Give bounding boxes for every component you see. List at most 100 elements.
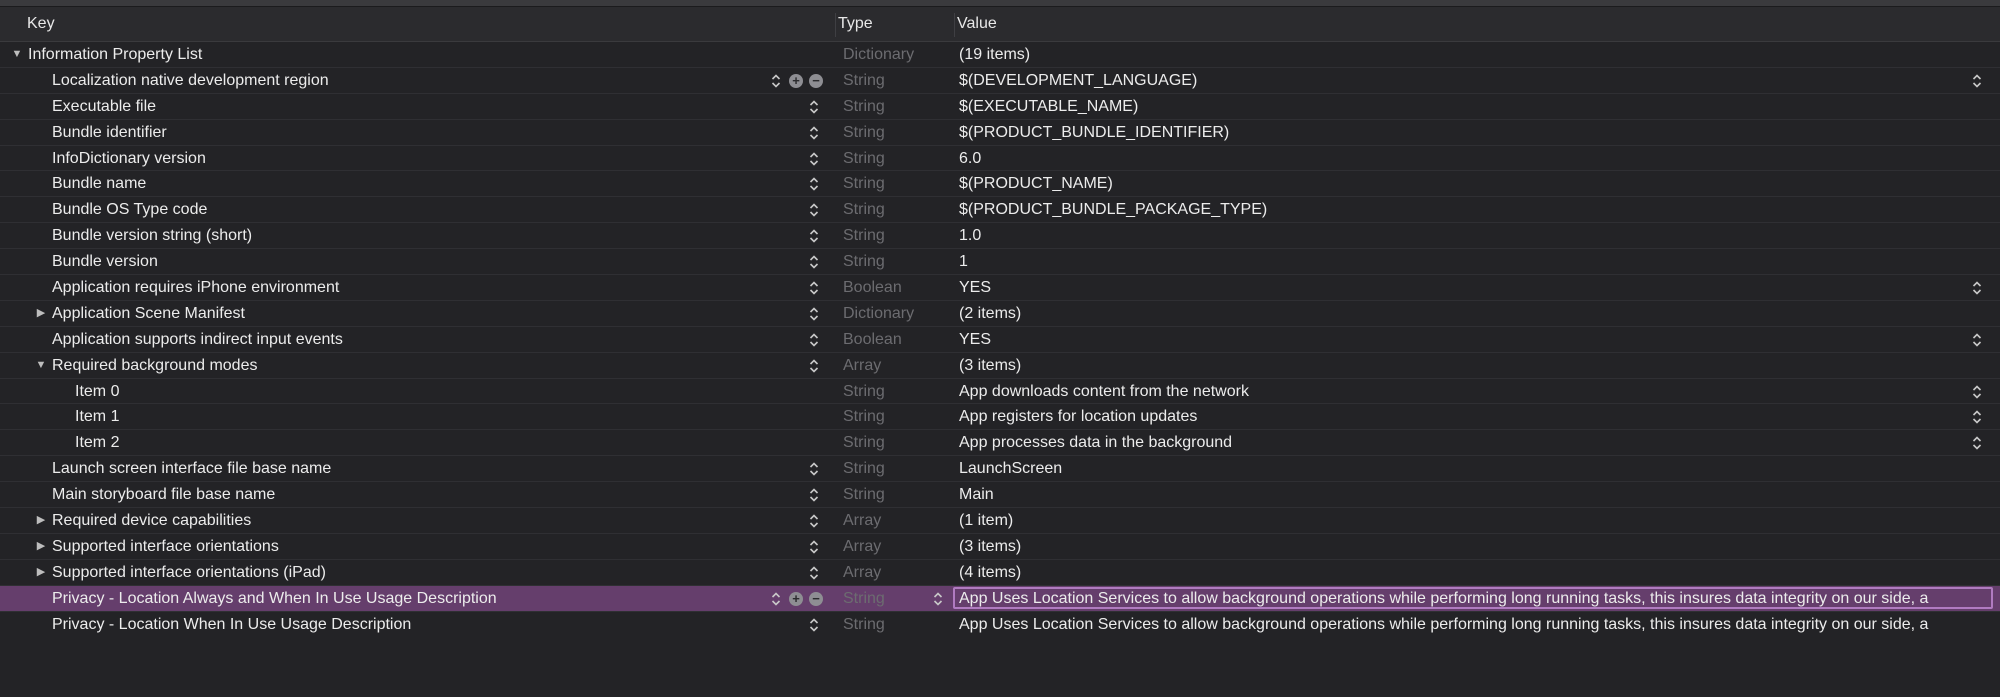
- row-type[interactable]: String: [843, 586, 885, 612]
- row-key[interactable]: Localization native development region: [52, 68, 329, 94]
- plist-row[interactable]: Privacy - Location Always and When In Us…: [0, 585, 2000, 612]
- row-value[interactable]: YES: [959, 275, 1994, 301]
- up-down-stepper-icon[interactable]: [771, 591, 781, 607]
- row-key[interactable]: Item 2: [75, 430, 119, 456]
- remove-circle-icon[interactable]: −: [809, 73, 823, 88]
- up-down-stepper-icon[interactable]: [1972, 409, 1982, 425]
- column-separator[interactable]: [954, 13, 955, 37]
- row-value[interactable]: $(DEVELOPMENT_LANGUAGE): [959, 68, 1994, 94]
- row-type[interactable]: Array: [843, 353, 881, 379]
- row-type[interactable]: String: [843, 612, 885, 638]
- plist-row[interactable]: Item 0 String App downloads content from t…: [0, 379, 2000, 405]
- plist-row[interactable]: Launch screen interface file base name St…: [0, 456, 2000, 483]
- row-value[interactable]: (3 items): [959, 534, 1994, 560]
- row-type[interactable]: Dictionary: [843, 42, 914, 68]
- disclosure-triangle-closed-icon[interactable]: ▶: [34, 301, 48, 327]
- disclosure-triangle-closed-icon[interactable]: ▶: [34, 508, 48, 534]
- row-value[interactable]: (3 items): [959, 353, 1994, 379]
- row-key[interactable]: Executable file: [52, 94, 156, 120]
- plist-row[interactable]: Localization native development region + −…: [0, 68, 2000, 94]
- add-circle-icon[interactable]: +: [789, 591, 803, 606]
- row-value[interactable]: $(PRODUCT_BUNDLE_IDENTIFIER): [959, 120, 1994, 146]
- row-type[interactable]: Dictionary: [843, 301, 914, 327]
- column-header-type[interactable]: Type: [838, 15, 873, 33]
- row-key[interactable]: Privacy - Location When In Use Usage Des…: [52, 612, 411, 638]
- row-type[interactable]: String: [843, 120, 885, 146]
- up-down-stepper-icon[interactable]: [809, 254, 819, 270]
- plist-row[interactable]: Privacy - Location When In Use Usage Des…: [0, 612, 2000, 638]
- plist-row[interactable]: ▼ Required background modes Array (3 items): [0, 353, 2000, 379]
- plist-row[interactable]: ▶ Supported interface orientations Array (3…: [0, 534, 2000, 560]
- plist-row[interactable]: Executable file String $(EXECUTABLE_NAME): [0, 94, 2000, 120]
- row-value[interactable]: LaunchScreen: [959, 456, 1994, 482]
- plist-row[interactable]: Bundle version String 1: [0, 249, 2000, 276]
- row-value[interactable]: $(EXECUTABLE_NAME): [959, 94, 1994, 120]
- row-key[interactable]: Privacy - Location Always and When In Us…: [52, 586, 497, 612]
- row-key[interactable]: InfoDictionary version: [52, 146, 206, 172]
- column-separator[interactable]: [835, 13, 836, 37]
- row-type[interactable]: String: [843, 430, 885, 456]
- row-type[interactable]: String: [843, 456, 885, 482]
- plist-row[interactable]: Bundle version string (short) String 1.0: [0, 223, 2000, 250]
- row-key[interactable]: Application requires iPhone environment: [52, 275, 339, 301]
- plist-row[interactable]: ▶ Supported interface orientations (iPad)…: [0, 560, 2000, 586]
- up-down-stepper-icon[interactable]: [1972, 435, 1982, 451]
- row-value[interactable]: 1: [959, 249, 1994, 275]
- plist-row[interactable]: InfoDictionary version String 6.0: [0, 146, 2000, 172]
- up-down-stepper-icon[interactable]: [809, 461, 819, 477]
- row-value[interactable]: App registers for location updates: [959, 404, 1994, 430]
- disclosure-triangle-closed-icon[interactable]: ▶: [34, 560, 48, 586]
- row-key[interactable]: Information Property List: [28, 42, 202, 68]
- row-key[interactable]: Required background modes: [52, 353, 257, 379]
- up-down-stepper-icon[interactable]: [1972, 73, 1982, 89]
- row-type[interactable]: String: [843, 146, 885, 172]
- row-value[interactable]: $(PRODUCT_NAME): [959, 171, 1994, 197]
- column-header-key[interactable]: Key: [27, 15, 55, 33]
- row-key[interactable]: Launch screen interface file base name: [52, 456, 331, 482]
- row-type[interactable]: String: [843, 404, 885, 430]
- row-value[interactable]: Main: [959, 482, 1994, 508]
- row-type[interactable]: String: [843, 482, 885, 508]
- row-type[interactable]: Array: [843, 534, 881, 560]
- plist-row[interactable]: Application requires iPhone environment B…: [0, 275, 2000, 301]
- row-value[interactable]: 6.0: [959, 146, 1994, 172]
- plist-row[interactable]: Item 2 String App processes data in the ba…: [0, 430, 2000, 457]
- row-key[interactable]: Supported interface orientations (iPad): [52, 560, 326, 586]
- up-down-stepper-icon[interactable]: [809, 617, 819, 633]
- up-down-stepper-icon[interactable]: [809, 125, 819, 141]
- up-down-stepper-icon[interactable]: [771, 73, 781, 89]
- up-down-stepper-icon[interactable]: [809, 513, 819, 529]
- row-type[interactable]: Array: [843, 508, 881, 534]
- add-circle-icon[interactable]: +: [789, 73, 803, 88]
- up-down-stepper-icon[interactable]: [809, 280, 819, 296]
- plist-row[interactable]: ▼ Information Property List Dictionary (19 …: [0, 42, 2000, 68]
- row-type[interactable]: String: [843, 171, 885, 197]
- row-type[interactable]: String: [843, 379, 885, 405]
- plist-row[interactable]: Application supports indirect input even…: [0, 327, 2000, 353]
- row-key[interactable]: Supported interface orientations: [52, 534, 279, 560]
- row-type[interactable]: String: [843, 249, 885, 275]
- remove-circle-icon[interactable]: −: [809, 591, 823, 606]
- disclosure-triangle-open-icon[interactable]: ▼: [10, 42, 24, 68]
- row-value[interactable]: YES: [959, 327, 1994, 353]
- row-type[interactable]: Boolean: [843, 327, 902, 353]
- up-down-stepper-icon[interactable]: [809, 306, 819, 322]
- up-down-stepper-icon[interactable]: [1972, 332, 1982, 348]
- plist-row[interactable]: Main storyboard file base name String Main: [0, 482, 2000, 509]
- up-down-stepper-icon[interactable]: [1972, 280, 1982, 296]
- up-down-stepper-icon[interactable]: [809, 228, 819, 244]
- plist-row[interactable]: Bundle OS Type code String $(PRODUCT_BUNDL…: [0, 197, 2000, 224]
- plist-row[interactable]: Item 1 String App registers for location u…: [0, 404, 2000, 431]
- up-down-stepper-icon[interactable]: [1972, 384, 1982, 400]
- plist-row[interactable]: Bundle name String $(PRODUCT_NAME): [0, 171, 2000, 198]
- row-value[interactable]: App Uses Location Services to allow back…: [959, 612, 1994, 638]
- row-value[interactable]: 1.0: [959, 223, 1994, 249]
- up-down-stepper-icon[interactable]: [809, 487, 819, 503]
- row-type[interactable]: String: [843, 223, 885, 249]
- row-key[interactable]: Application supports indirect input even…: [52, 327, 343, 353]
- row-key[interactable]: Bundle version: [52, 249, 158, 275]
- plist-row[interactable]: ▶ Application Scene Manifest Dictionary (2 …: [0, 301, 2000, 327]
- up-down-stepper-icon[interactable]: [809, 99, 819, 115]
- row-value[interactable]: App downloads content from the network: [959, 379, 1994, 405]
- row-key[interactable]: Item 0: [75, 379, 119, 405]
